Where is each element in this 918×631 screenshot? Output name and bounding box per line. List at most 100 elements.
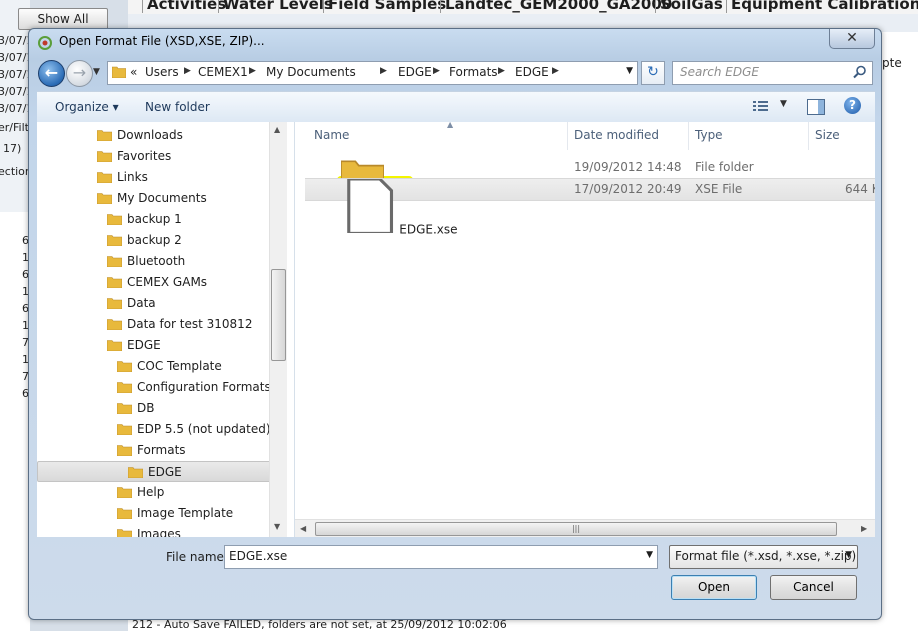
- recent-locations-dropdown[interactable]: ▼: [93, 67, 103, 79]
- background-tab[interactable]: Field Samples: [323, 0, 450, 13]
- file-date: 19/09/2012 14:48: [574, 160, 682, 174]
- nav-item[interactable]: Help: [117, 482, 164, 503]
- nav-item-label: backup 2: [127, 233, 182, 247]
- search-icon[interactable]: [853, 65, 867, 79]
- open-button[interactable]: Open: [671, 575, 757, 600]
- nav-item[interactable]: DB: [117, 398, 154, 419]
- nav-item[interactable]: Image Template: [117, 503, 233, 524]
- nav-item[interactable]: My Documents: [97, 188, 207, 209]
- documents-folder-icon: [97, 193, 112, 204]
- nav-item-label: My Documents: [117, 191, 207, 205]
- preview-pane-icon: [818, 100, 824, 114]
- refresh-icon: ↻: [647, 64, 659, 80]
- nav-item[interactable]: EDP 5.5 (not updated): [117, 419, 271, 440]
- breadcrumb-formats[interactable]: Formats: [449, 65, 498, 79]
- cancel-button[interactable]: Cancel: [770, 575, 857, 600]
- address-bar[interactable]: « Users ▶ CEMEX1 ▶ My Documents ▶ EDGE ▶…: [107, 61, 638, 85]
- nav-item-label: Help: [137, 485, 165, 499]
- background-label: er/Filt: [0, 121, 29, 134]
- navigation-scroll-thumb[interactable]: [271, 269, 286, 361]
- nav-item[interactable]: EDGE: [37, 461, 275, 482]
- scroll-right-icon[interactable]: ▶: [861, 524, 867, 533]
- background-tab[interactable]: SoilGas: [655, 0, 727, 13]
- show-all-button[interactable]: Show All: [18, 8, 108, 30]
- file-type: XSE File: [695, 182, 743, 196]
- file-row[interactable]: EDGE.xse 17/09/2012 20:49 XSE File 644 K: [305, 177, 875, 236]
- nav-item[interactable]: Configuration Formats: [117, 377, 271, 398]
- breadcrumb-separator-icon[interactable]: ▶: [552, 66, 559, 76]
- refresh-button[interactable]: ↻: [641, 61, 665, 85]
- folder-icon: [107, 256, 122, 267]
- back-button[interactable]: ←: [38, 60, 65, 87]
- breadcrumb-separator-icon[interactable]: ▶: [380, 66, 387, 76]
- nav-item[interactable]: Formats: [117, 440, 186, 461]
- nav-item[interactable]: Bluetooth: [107, 251, 185, 272]
- folder-icon: [107, 340, 122, 351]
- nav-item-label: Images: [137, 527, 181, 537]
- preview-pane-button[interactable]: [807, 99, 825, 115]
- file-name-cell: EDGE.xse: [341, 177, 458, 240]
- breadcrumb-edge[interactable]: EDGE: [398, 65, 432, 79]
- scroll-up-icon[interactable]: ▲: [274, 125, 280, 134]
- help-button[interactable]: ?: [844, 97, 861, 114]
- file-list-scroll-thumb[interactable]: |||: [315, 522, 837, 536]
- file-type-value[interactable]: Format file (*.xsd, *.xse, *.zip): [675, 549, 856, 563]
- breadcrumb-separator-icon[interactable]: ▶: [433, 66, 440, 76]
- folder-icon: [117, 382, 132, 393]
- breadcrumb-my-documents[interactable]: My Documents: [266, 65, 356, 79]
- file-list-hscrollbar[interactable]: ◀ ||| ▶: [295, 519, 875, 537]
- close-button[interactable]: ✕: [829, 29, 875, 49]
- nav-item-label: Bluetooth: [127, 254, 186, 268]
- file-row[interactable]: Plugins19/09/2012 14:48File folder: [305, 157, 875, 194]
- breadcrumb-edge-current[interactable]: EDGE: [515, 65, 549, 79]
- nav-item[interactable]: Links: [97, 167, 148, 188]
- file-name-input[interactable]: EDGE.xse ▼: [224, 545, 658, 569]
- column-header-date-modified[interactable]: Date modified: [574, 128, 659, 142]
- nav-item[interactable]: backup 1: [107, 209, 182, 230]
- new-folder-button[interactable]: New folder: [145, 100, 210, 114]
- nav-item[interactable]: Data: [107, 293, 156, 314]
- nav-item[interactable]: Downloads: [97, 125, 183, 146]
- breadcrumb-overflow[interactable]: «: [130, 65, 137, 79]
- background-tab[interactable]: Water Levels: [218, 0, 337, 13]
- view-dropdown-icon[interactable]: ▼: [780, 99, 787, 109]
- background-tab[interactable]: Landtec_GEM2000_GA2000: [440, 0, 676, 13]
- nav-item[interactable]: Data for test 310812: [107, 314, 252, 335]
- nav-item[interactable]: EDGE: [107, 335, 161, 356]
- nav-item[interactable]: Images: [117, 524, 181, 537]
- address-dropdown-icon[interactable]: ▼: [626, 66, 633, 76]
- change-view-button[interactable]: ▼: [753, 99, 789, 115]
- breadcrumb-cemex1[interactable]: CEMEX1: [198, 65, 248, 79]
- organize-button[interactable]: Organize ▾: [55, 100, 119, 114]
- nav-item[interactable]: backup 2: [107, 230, 182, 251]
- file-date: 17/09/2012 20:49: [574, 182, 682, 196]
- file-type-select[interactable]: Format file (*.xsd, *.xse, *.zip) ▼: [669, 545, 858, 569]
- breadcrumb-separator-icon[interactable]: ▶: [184, 66, 191, 76]
- folder-icon: [112, 66, 126, 78]
- breadcrumb-users[interactable]: Users: [145, 65, 179, 79]
- forward-button[interactable]: →: [66, 60, 93, 87]
- file-size: 644 K: [845, 182, 875, 196]
- breadcrumb-separator-icon[interactable]: ▶: [249, 66, 256, 76]
- column-header-type[interactable]: Type: [695, 128, 723, 142]
- column-header-size[interactable]: Size: [815, 128, 840, 142]
- scroll-left-icon[interactable]: ◀: [300, 524, 306, 533]
- nav-item[interactable]: CEMEX GAMs: [107, 272, 207, 293]
- background-tab[interactable]: Activities: [142, 0, 230, 13]
- nav-item[interactable]: COC Template: [117, 356, 222, 377]
- folder-icon: [107, 235, 122, 246]
- nav-item[interactable]: Favorites: [97, 146, 171, 167]
- background-left-list: 6161617176: [0, 212, 30, 631]
- file-name-value[interactable]: EDGE.xse: [229, 549, 287, 563]
- sort-indicator-icon: ▲: [447, 122, 454, 129]
- nav-item-label: Data for test 310812: [127, 317, 253, 331]
- file-type-dropdown-icon[interactable]: ▼: [845, 550, 852, 560]
- file-name-dropdown-icon[interactable]: ▼: [646, 550, 653, 560]
- scroll-down-icon[interactable]: ▼: [274, 522, 280, 531]
- search-input[interactable]: Search EDGE: [672, 61, 873, 85]
- background-tab-strip: Activities Water Levels Field Samples Landt…: [128, 0, 918, 15]
- breadcrumb-separator-icon[interactable]: ▶: [498, 66, 505, 76]
- column-header-name[interactable]: Name: [314, 128, 349, 142]
- background-tab[interactable]: Equipment Calibration: [726, 0, 918, 13]
- folder-icon: [107, 277, 122, 288]
